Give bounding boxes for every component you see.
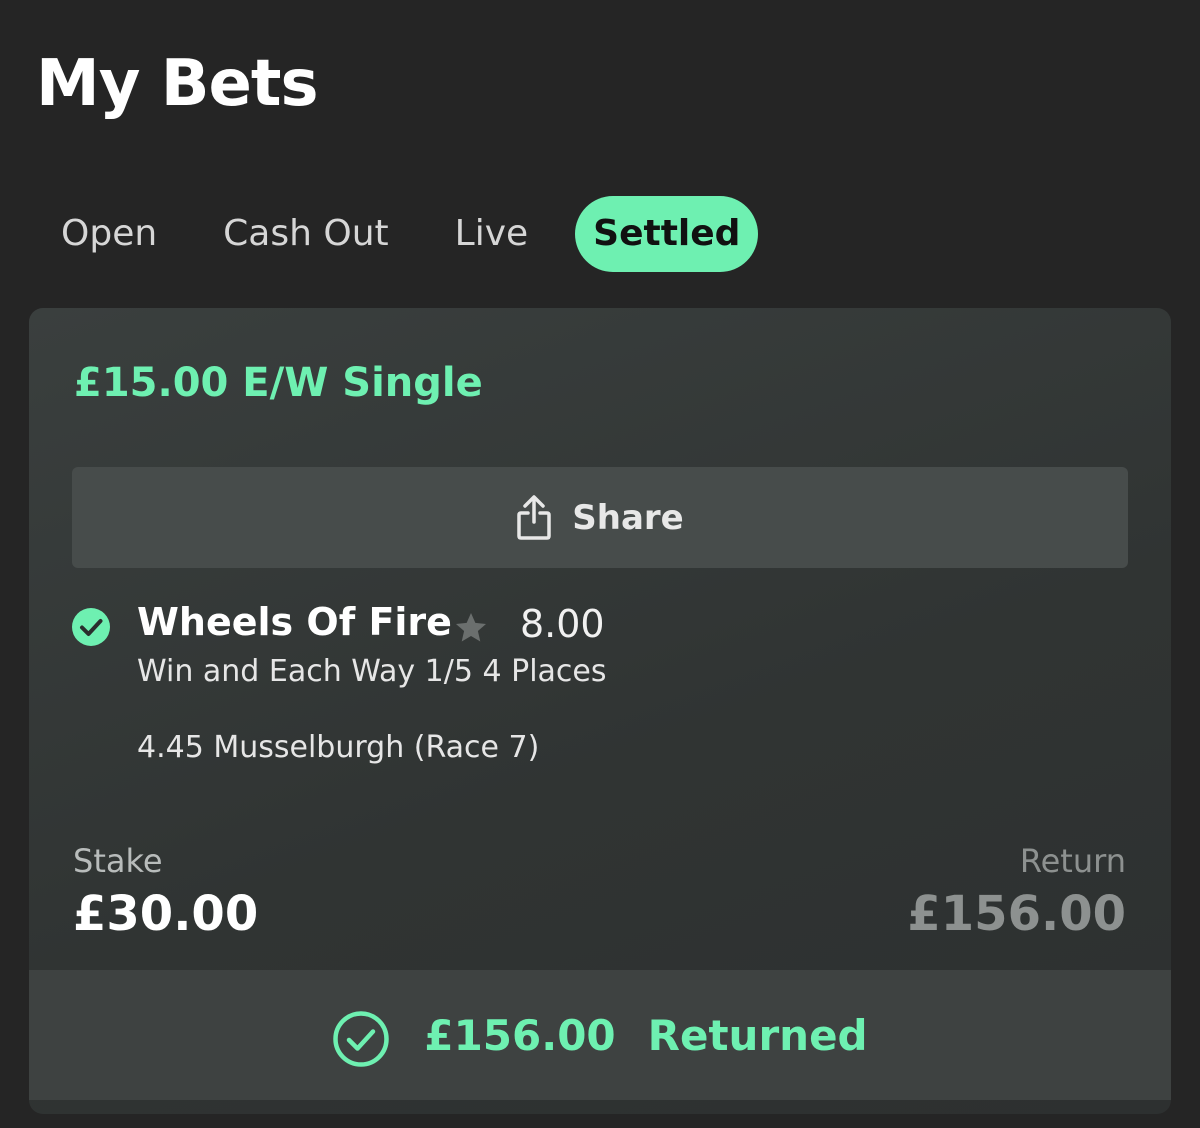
selection-odds: 8.00: [520, 602, 605, 646]
return-value: £156.00: [907, 886, 1126, 942]
page-title: My Bets: [36, 47, 319, 121]
result-text: Returned: [647, 1010, 868, 1060]
result-amount: £156.00: [424, 1010, 616, 1060]
selection-name: Wheels Of Fire: [137, 600, 452, 644]
return-label: Return: [1019, 842, 1126, 880]
bet-card: £15.00 E/W Single Share Wheels Of Fire 8…: [29, 308, 1171, 1114]
tab-open[interactable]: Open: [42, 196, 176, 272]
share-icon: [517, 494, 552, 540]
share-button[interactable]: Share: [72, 467, 1128, 568]
star-icon[interactable]: [453, 610, 489, 646]
tab-settled[interactable]: Settled: [575, 196, 759, 272]
tab-cash-out[interactable]: Cash Out: [204, 196, 407, 272]
check-circle-outline-icon: [333, 1011, 390, 1067]
selection-event: 4.45 Musselburgh (Race 7): [137, 730, 540, 765]
result-footer: £156.00 Returned: [29, 970, 1171, 1100]
check-circle-icon: [72, 608, 110, 646]
tab-live[interactable]: Live: [436, 196, 548, 272]
share-label: Share: [572, 497, 684, 538]
stake-label: Stake: [73, 842, 163, 880]
bet-tabs: Open Cash Out Live Settled: [42, 196, 759, 272]
selection-market: Win and Each Way 1/5 4 Places: [137, 654, 607, 689]
bet-title: £15.00 E/W Single: [74, 360, 483, 406]
stake-value: £30.00: [73, 886, 259, 942]
